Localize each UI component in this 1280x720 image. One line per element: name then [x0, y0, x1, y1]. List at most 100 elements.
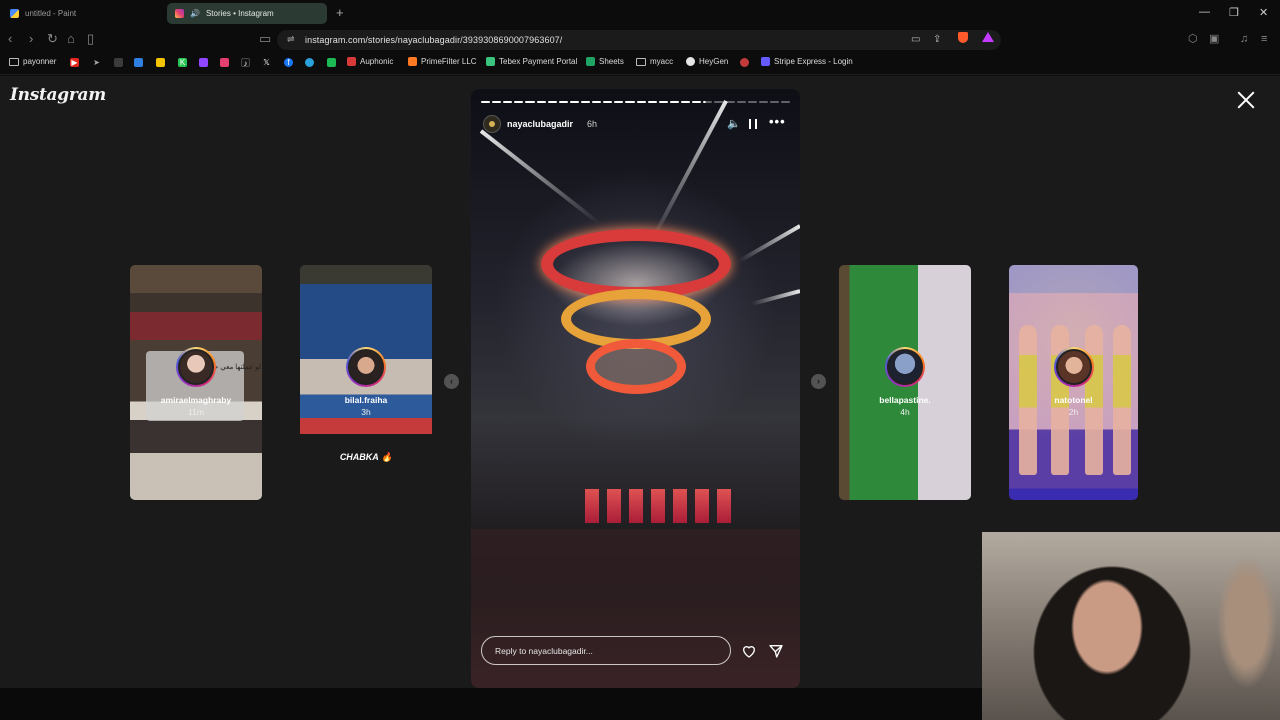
kick-icon[interactable]: K	[178, 58, 187, 67]
back-icon[interactable]: ‹	[8, 32, 12, 46]
led-panel	[695, 489, 709, 523]
person-overlay-image	[982, 532, 1280, 720]
progress-segment	[503, 101, 513, 103]
media-icon[interactable]: ♫	[1240, 32, 1248, 46]
address-toolbar: ‹ › ↻ ⌂ ▯ ▭ ⇌ instagram.com/stories/naya…	[0, 27, 1280, 53]
paint-icon	[10, 9, 19, 18]
sheets-icon	[586, 57, 595, 66]
bookmark-primefilter[interactable]: PrimeFilter LLC	[408, 57, 477, 66]
app-icon[interactable]	[156, 58, 165, 67]
progress-segment	[747, 101, 757, 103]
card-time: 2h	[1068, 407, 1079, 417]
cast-icon[interactable]: ▭	[911, 34, 920, 45]
telegram-icon[interactable]	[305, 58, 314, 67]
tab-title: Stories • Instagram	[205, 9, 274, 18]
progress-segment	[680, 101, 691, 103]
story-card-amiraelmaghraby[interactable]: لو عملتها معي حابين يكون amiraelmaghraby…	[130, 265, 262, 500]
progress-segment	[592, 101, 602, 103]
bookmark-stripe[interactable]: Stripe Express - Login	[761, 57, 853, 66]
tab-instagram-stories[interactable]: 🔊 Stories • Instagram	[167, 3, 327, 24]
progress-segment	[481, 101, 491, 103]
card-time: 4h	[900, 407, 910, 417]
x-icon[interactable]: 𝕏	[262, 58, 271, 67]
heart-icon[interactable]	[741, 643, 757, 659]
instagram-logo[interactable]: Instagram	[10, 85, 106, 105]
new-tab-button[interactable]: +	[336, 5, 344, 20]
tab-paint[interactable]: untitled - Paint	[2, 3, 162, 24]
story-card-bellapastine[interactable]: bellapastine. 4h	[839, 265, 971, 500]
bookmark-myacc[interactable]: myacc	[636, 57, 673, 66]
progress-segment	[736, 101, 746, 103]
bottom-bar	[0, 688, 982, 720]
progress-segment	[514, 101, 524, 103]
pause-icon[interactable]	[749, 119, 757, 129]
story-progress	[481, 101, 791, 103]
bookmark-label: PrimeFilter LLC	[421, 57, 477, 66]
story-avatar[interactable]	[483, 115, 501, 133]
wallet-icon[interactable]: ▣	[1209, 32, 1219, 46]
card-time: 11m	[188, 407, 204, 417]
speaker-icon[interactable]: 🔊	[190, 9, 200, 18]
close-icon[interactable]	[1236, 90, 1256, 110]
twitch-icon[interactable]	[199, 58, 208, 67]
brave-rewards-icon[interactable]	[982, 32, 994, 42]
home-icon[interactable]: ⌂	[67, 32, 75, 46]
progress-segment	[647, 101, 657, 103]
progress-segment	[536, 101, 546, 103]
brave-shield-icon[interactable]	[958, 32, 968, 43]
bookmark-payonner[interactable]: payonner	[9, 57, 56, 66]
previous-story-button[interactable]: ‹	[444, 374, 459, 389]
site-info-icon[interactable]: ⇌	[287, 34, 295, 45]
restore-button[interactable]: ❐	[1229, 6, 1239, 19]
bookmark-icon[interactable]: ▭	[259, 32, 271, 46]
sidebar-icon[interactable]: ▯	[87, 32, 94, 46]
progress-segment	[603, 101, 613, 103]
progress-segment	[669, 101, 679, 103]
bookmark-auphonic[interactable]: Auphonic	[347, 57, 393, 66]
app-icon[interactable]	[327, 58, 336, 67]
forward-icon[interactable]: ›	[29, 32, 33, 46]
active-story[interactable]: nayaclubagadir 6h 🔈 ••• Reply to nayaclu…	[471, 89, 800, 688]
send-icon[interactable]	[768, 643, 784, 659]
arrow-icon[interactable]: ➤	[92, 58, 101, 67]
story-username[interactable]: nayaclubagadir	[507, 119, 573, 129]
bookmark-label: myacc	[650, 57, 674, 66]
volume-icon[interactable]: 🔈	[727, 117, 741, 130]
app-icon[interactable]	[134, 58, 143, 67]
share-icon[interactable]: ⇪	[933, 34, 941, 45]
card-username: natotonel	[1054, 395, 1093, 405]
tiktok-icon[interactable]: ♪	[241, 58, 250, 68]
bookmark-tebex[interactable]: Tebex Payment Portal	[486, 57, 577, 66]
bookmark-label: Stripe Express - Login	[774, 57, 853, 66]
card-username: bellapastine.	[879, 395, 931, 405]
youtube-icon[interactable]: ▶	[70, 58, 79, 67]
bookmarks-bar: payonner ▶ ➤ K ♪ 𝕏 f Auphonic PrimeFilte…	[0, 53, 1280, 75]
reply-input[interactable]: Reply to nayaclubagadir...	[481, 636, 731, 665]
led-panel	[629, 489, 643, 523]
reload-icon[interactable]: ↻	[47, 32, 58, 46]
progress-segment	[692, 101, 702, 103]
primefilter-icon	[408, 57, 417, 66]
facebook-icon[interactable]: f	[284, 58, 293, 67]
more-options-icon[interactable]: •••	[769, 114, 786, 129]
instagram-icon[interactable]	[220, 58, 229, 67]
progress-segment	[558, 101, 568, 103]
card-username: amiraelmaghraby	[160, 395, 232, 405]
next-story-button[interactable]: ›	[811, 374, 826, 389]
menu-icon[interactable]: ≡	[1261, 32, 1267, 46]
bookmark-label: Sheets	[599, 57, 624, 66]
close-window-button[interactable]: ✕	[1259, 6, 1268, 19]
progress-segment	[525, 101, 535, 103]
app-icon[interactable]	[114, 58, 123, 67]
app-icon[interactable]	[740, 58, 749, 67]
story-card-natotonel[interactable]: natotonel 2h	[1009, 265, 1138, 500]
extensions-icon[interactable]: ⬡	[1188, 32, 1198, 46]
story-card-bilal-fraiha[interactable]: bilal.fraiha 3h CHABKA 🔥	[300, 265, 432, 500]
light-beam	[479, 129, 601, 225]
tab-title: untitled - Paint	[25, 9, 77, 18]
minimize-button[interactable]: —	[1199, 6, 1210, 18]
bookmark-sheets[interactable]: Sheets	[586, 57, 624, 66]
bookmark-heygen[interactable]: HeyGen	[686, 57, 728, 66]
progress-segment	[780, 101, 791, 103]
url-bar[interactable]: ⇌ instagram.com/stories/nayaclubagadir/3…	[277, 30, 1001, 50]
